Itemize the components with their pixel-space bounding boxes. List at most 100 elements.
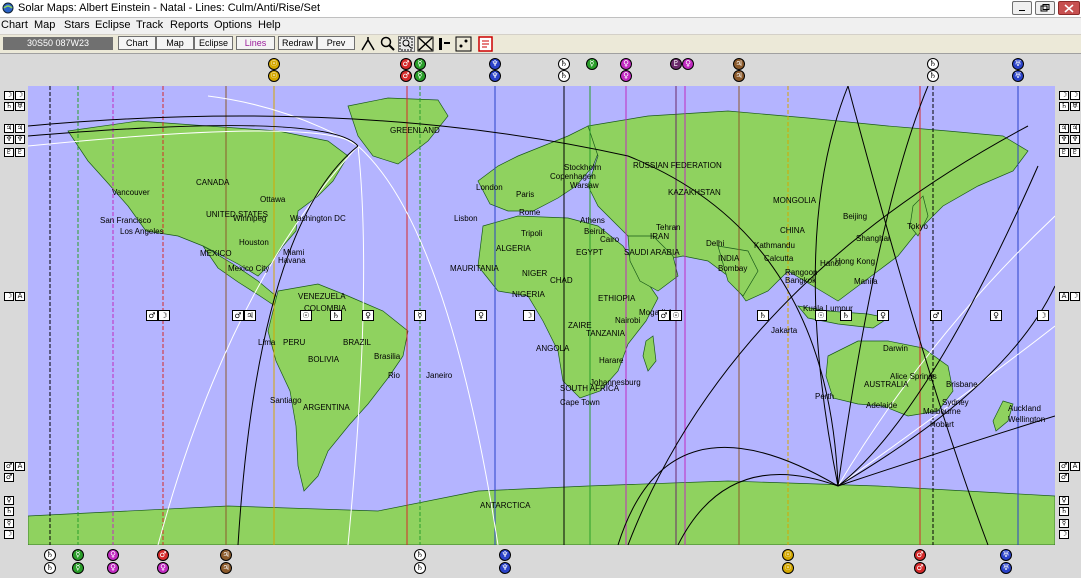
menu-bar: Chart Map Stars Eclipse Track Reports Op… [0, 18, 1081, 34]
left-label-neptune: ♆ [4, 135, 14, 144]
sun-ic-glyph-2: ☉ [782, 562, 794, 574]
mercury-mc-glyph: ☿ [414, 58, 426, 70]
country-label: BRAZIL [343, 338, 372, 347]
right-label-saturn-2: ♄ [1059, 507, 1069, 516]
menu-options[interactable]: Options [214, 19, 252, 31]
city-label: Shanghai [856, 234, 890, 243]
city-label: Melbourne [923, 407, 961, 416]
left-label-saturn: ♄ [4, 102, 14, 111]
right-label-venus: ♀ [1059, 496, 1069, 505]
redraw-button[interactable]: Redraw [278, 36, 317, 50]
city-label: Winnipeg [233, 214, 267, 223]
menu-stars[interactable]: Stars [64, 19, 90, 31]
menu-reports[interactable]: Reports [170, 19, 209, 31]
eq-venus3-glyph: ♀ [877, 310, 889, 321]
saturn-ic-glyph: ♄ [44, 549, 56, 561]
city-label: Tripoli [521, 229, 543, 238]
map-button[interactable]: Map [156, 36, 194, 50]
sun-mc-glyph-2: ☉ [268, 70, 280, 82]
menu-map[interactable]: Map [34, 19, 55, 31]
country-label: CANADA [196, 178, 230, 187]
landmass-madagascar [642, 335, 657, 372]
city-label: Auckland [1008, 404, 1041, 413]
city-label: Los Angeles [120, 227, 164, 236]
eq-sun3-glyph: ☉ [815, 310, 827, 321]
mars-mc-glyph-2: ♂ [400, 70, 412, 82]
prev-button[interactable]: Prev [317, 36, 355, 50]
mercury-ic-glyph: ☿ [72, 549, 84, 561]
eq-venus4-glyph: ♀ [990, 310, 1002, 321]
zoom-region-icon[interactable] [398, 36, 415, 52]
eq-moon-glyph: ☽ [158, 310, 170, 321]
venus-ic-glyph: ♀ [107, 549, 119, 561]
menu-track[interactable]: Track [136, 19, 163, 31]
country-label: RUSSIAN FEDERATION [633, 161, 722, 170]
country-label: BOLIVIA [308, 355, 340, 364]
mercury-ic-glyph-2: ☿ [72, 562, 84, 574]
zoom-icon[interactable] [379, 36, 396, 52]
left-label-mars-2: ♂ [4, 473, 14, 482]
left-label-pluto: ♇ [4, 148, 14, 157]
country-label: NIGER [522, 269, 548, 278]
right-label-moon: ☽ [1059, 91, 1069, 100]
city-label: Bangkok [785, 276, 817, 285]
country-label: CHINA [780, 226, 805, 235]
venus-ic-glyph-2: ♀ [107, 562, 119, 574]
app-icon [2, 2, 14, 14]
eclipse-button[interactable]: Eclipse [194, 36, 233, 50]
left-label-neptune-2: ♆ [15, 135, 25, 144]
lines-button[interactable]: Lines [236, 36, 275, 50]
line-tool-icon[interactable] [360, 36, 377, 52]
neptune-mc-glyph: ♆ [489, 58, 501, 70]
right-label-mars: ♂ [1059, 462, 1069, 471]
restore-button[interactable] [1035, 1, 1055, 15]
star-tool-icon[interactable] [455, 36, 472, 52]
eq-sun-glyph: ☉ [300, 310, 312, 321]
saturn2-ic-glyph: ♄ [414, 549, 426, 561]
left-label-moon: ☽ [4, 91, 14, 100]
map-canvas [28, 86, 1055, 545]
city-label: Lisbon [454, 214, 478, 223]
minimize-button[interactable] [1012, 1, 1032, 15]
city-label: Paris [516, 190, 535, 199]
saturn2-ic-glyph-2: ♄ [414, 562, 426, 574]
city-label: Houston [239, 238, 269, 247]
venus-mc-glyph-2: ♀ [620, 70, 632, 82]
world-map[interactable]: GREENLAND CANADA UNITED STATES MEXICO VENEZU… [28, 86, 1055, 545]
mars2-ic-glyph-2: ♂ [914, 562, 926, 574]
left-label-moon-2: ☽ [15, 91, 25, 100]
eq-saturn-glyph: ♄ [330, 310, 342, 321]
cross-icon[interactable] [417, 36, 434, 52]
city-label: Warsaw [570, 181, 599, 190]
report-icon[interactable] [477, 36, 494, 52]
city-label: Perth [815, 392, 835, 401]
city-label: San Francisco [100, 216, 152, 225]
right-label-mars-2: ♂ [1059, 473, 1069, 482]
city-label: Mexico City [228, 264, 270, 273]
landmass-antarctica [28, 480, 1055, 545]
menu-eclipse[interactable]: Eclipse [95, 19, 130, 31]
country-label: IRAN [650, 232, 670, 241]
menu-chart[interactable]: Chart [1, 19, 28, 31]
pluto-mc-glyph: ♇ [670, 58, 682, 70]
menu-help[interactable]: Help [258, 19, 281, 31]
right-label-mercury: ☿ [1059, 519, 1069, 528]
city-label: Copenhagen [550, 172, 596, 181]
city-label: Janeiro [426, 371, 453, 380]
chart-button[interactable]: Chart [118, 36, 156, 50]
uranus-mc-glyph-2: ♅ [1012, 70, 1024, 82]
city-label: Athens [580, 216, 605, 225]
saturn-ic-glyph-2: ♄ [44, 562, 56, 574]
left-label-mars: ♂ [4, 462, 14, 471]
close-button[interactable] [1058, 1, 1080, 15]
city-label: Beijing [843, 212, 868, 221]
city-label: Darwin [883, 344, 908, 353]
city-label: Santiago [270, 396, 302, 405]
country-label: MONGOLIA [773, 196, 817, 205]
mars-ic-glyph: ♂ [157, 549, 169, 561]
bar-tool-icon[interactable] [436, 36, 453, 52]
city-label: Stockholm [564, 163, 602, 172]
jupiter-ic-glyph-2: ♃ [220, 562, 232, 574]
jupiter-mc-glyph: ♃ [733, 58, 745, 70]
city-label: Brasilia [374, 352, 401, 361]
